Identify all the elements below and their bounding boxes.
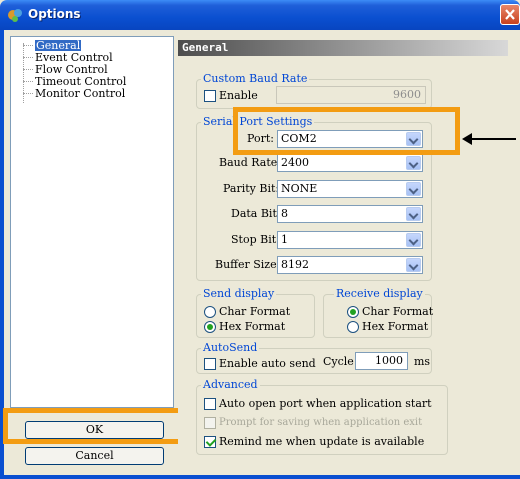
port-highlight-box [233,107,460,155]
cancel-button-label: Cancel [75,449,114,462]
baud-rate-select[interactable]: 2400 [277,154,423,172]
receive-char-format-radio[interactable] [347,306,359,318]
chevron-down-icon[interactable] [406,156,421,170]
window-frame-bottom [0,475,520,479]
ok-highlight-box [3,408,185,444]
tree-item-timeout-control[interactable]: Timeout Control [35,76,126,87]
window-title: Options [28,7,81,21]
stop-bit-label: Stop Bit: [231,233,280,246]
receive-char-format-label: Char Format [362,305,434,318]
tree-connector [23,45,33,46]
buffer-size-select[interactable]: 8192 [277,256,423,274]
tree-connector [23,57,33,58]
parity-bit-select[interactable]: NONE [277,180,423,198]
pointer-arrow-line [470,138,516,140]
panel-header: General [178,40,508,56]
cycle-input[interactable]: 1000 [355,352,408,370]
custom-baud-legend: Custom Baud Rate [201,72,310,85]
autosend-legend: AutoSend [201,341,260,354]
auto-open-port-checkbox[interactable] [204,398,216,410]
receive-hex-format-radio[interactable] [347,321,359,333]
send-hex-format-radio[interactable] [204,321,216,333]
tree-item-monitor-control[interactable]: Monitor Control [35,88,125,99]
tree-connector [23,93,33,94]
baud-rate-value: 2400 [281,156,309,169]
custom-baud-enable-checkbox[interactable] [204,90,216,102]
receive-display-legend: Receive display [334,287,425,300]
data-bit-value: 8 [281,207,288,220]
send-display-legend: Send display [201,287,277,300]
cycle-unit-label: ms [414,355,431,368]
tree-connector [23,81,33,82]
auto-open-port-label: Auto open port when application start [219,397,432,410]
custom-baud-input[interactable]: 9600 [276,86,426,104]
tree-connector [23,43,24,103]
stop-bit-value: 1 [281,233,288,246]
chevron-down-icon[interactable] [406,207,421,221]
options-window: Options General Event Control Flow Contr… [0,0,520,479]
chevron-down-icon[interactable] [406,182,421,196]
close-icon [505,9,515,20]
title-bar[interactable]: Options [0,0,520,30]
cycle-label: Cycle [323,355,354,368]
auto-send-label: Enable auto send [219,357,316,370]
send-hex-format-label: Hex Format [219,320,286,333]
receive-hex-format-label: Hex Format [362,320,429,333]
send-char-format-label: Char Format [219,305,291,318]
data-bit-select[interactable]: 8 [277,205,423,223]
tree-item-flow-control[interactable]: Flow Control [35,64,108,75]
chevron-down-icon[interactable] [406,233,421,247]
tree-item-general[interactable]: General [35,40,82,51]
remind-update-label: Remind me when update is available [219,435,425,448]
send-char-format-radio[interactable] [204,306,216,318]
baud-rate-label: Baud Rate: [219,156,281,169]
remind-update-checkbox[interactable] [204,436,216,448]
app-icon [8,9,22,22]
prompt-save-label: Prompt for saving when application exit [219,417,423,428]
prompt-save-checkbox[interactable] [204,417,216,429]
close-button[interactable] [500,4,520,25]
stop-bit-select[interactable]: 1 [277,231,423,249]
tree-item-event-control[interactable]: Event Control [35,52,113,63]
cancel-button[interactable]: Cancel [25,447,164,465]
buffer-size-value: 8192 [281,258,309,271]
tree-connector [23,69,33,70]
pointer-arrow-icon [462,133,472,145]
auto-send-checkbox[interactable] [204,358,216,370]
custom-baud-enable-label: Enable [219,89,258,102]
advanced-legend: Advanced [201,378,260,391]
chevron-down-icon[interactable] [406,258,421,272]
parity-bit-label: Parity Bit: [223,182,280,195]
options-tree[interactable]: General Event Control Flow Control Timeo… [10,36,174,408]
parity-bit-value: NONE [281,182,318,195]
buffer-size-label: Buffer Size: [215,258,281,271]
data-bit-label: Data Bit: [231,207,281,220]
